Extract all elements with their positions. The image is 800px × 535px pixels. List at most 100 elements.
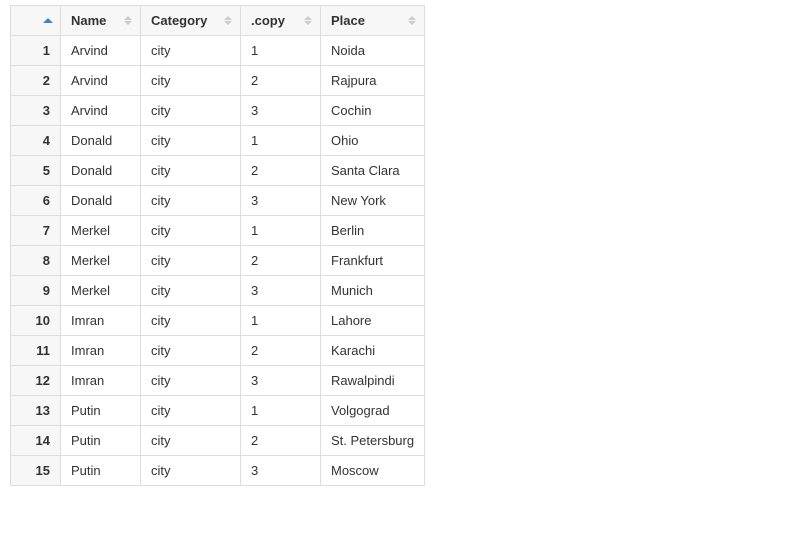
cell-name: Arvind xyxy=(61,36,141,66)
cell-name: Imran xyxy=(61,366,141,396)
cell-copy: 2 xyxy=(241,336,321,366)
column-header-label: Name xyxy=(71,13,106,28)
table-row: 14Putincity2St. Petersburg xyxy=(11,426,425,456)
cell-place: Santa Clara xyxy=(321,156,425,186)
table-row: 11Imrancity2Karachi xyxy=(11,336,425,366)
table-row: 9Merkelcity3Munich xyxy=(11,276,425,306)
column-header-category[interactable]: Category xyxy=(141,6,241,36)
row-index: 13 xyxy=(11,396,61,426)
cell-name: Donald xyxy=(61,126,141,156)
table-body: 1Arvindcity1Noida2Arvindcity2Rajpura3Arv… xyxy=(11,36,425,486)
cell-copy: 3 xyxy=(241,96,321,126)
row-index: 9 xyxy=(11,276,61,306)
cell-copy: 3 xyxy=(241,186,321,216)
cell-place: Lahore xyxy=(321,306,425,336)
cell-category: city xyxy=(141,456,241,486)
cell-name: Arvind xyxy=(61,66,141,96)
sort-icon[interactable] xyxy=(122,14,134,28)
cell-place: St. Petersburg xyxy=(321,426,425,456)
column-header-copy[interactable]: .copy xyxy=(241,6,321,36)
cell-category: city xyxy=(141,396,241,426)
table-row: 6Donaldcity3New York xyxy=(11,186,425,216)
row-index: 12 xyxy=(11,366,61,396)
cell-name: Merkel xyxy=(61,246,141,276)
cell-category: city xyxy=(141,66,241,96)
data-table: Name Category .copy Place xyxy=(10,5,425,486)
column-header-label: Place xyxy=(331,13,365,28)
column-header-place[interactable]: Place xyxy=(321,6,425,36)
cell-category: city xyxy=(141,306,241,336)
row-index: 14 xyxy=(11,426,61,456)
cell-place: Volgograd xyxy=(321,396,425,426)
row-index: 2 xyxy=(11,66,61,96)
cell-copy: 1 xyxy=(241,36,321,66)
cell-copy: 2 xyxy=(241,66,321,96)
cell-copy: 1 xyxy=(241,126,321,156)
cell-name: Donald xyxy=(61,186,141,216)
cell-category: city xyxy=(141,186,241,216)
column-header-name[interactable]: Name xyxy=(61,6,141,36)
sort-icon[interactable] xyxy=(302,14,314,28)
cell-category: city xyxy=(141,246,241,276)
cell-name: Imran xyxy=(61,336,141,366)
cell-category: city xyxy=(141,36,241,66)
sort-asc-icon[interactable] xyxy=(42,14,54,28)
row-index: 1 xyxy=(11,36,61,66)
table-row: 4Donaldcity1Ohio xyxy=(11,126,425,156)
sort-icon[interactable] xyxy=(406,14,418,28)
table-row: 3Arvindcity3Cochin xyxy=(11,96,425,126)
cell-copy: 2 xyxy=(241,156,321,186)
table-row: 10Imrancity1Lahore xyxy=(11,306,425,336)
table-row: 12Imrancity3Rawalpindi xyxy=(11,366,425,396)
column-header-label: Category xyxy=(151,13,207,28)
table-row: 2Arvindcity2Rajpura xyxy=(11,66,425,96)
cell-category: city xyxy=(141,276,241,306)
table-row: 13Putincity1Volgograd xyxy=(11,396,425,426)
column-header-index[interactable] xyxy=(11,6,61,36)
cell-category: city xyxy=(141,126,241,156)
cell-place: Frankfurt xyxy=(321,246,425,276)
sort-icon[interactable] xyxy=(222,14,234,28)
row-index: 7 xyxy=(11,216,61,246)
cell-name: Putin xyxy=(61,396,141,426)
cell-category: city xyxy=(141,156,241,186)
cell-copy: 2 xyxy=(241,426,321,456)
cell-place: New York xyxy=(321,186,425,216)
table-row: 15Putincity3Moscow xyxy=(11,456,425,486)
cell-place: Rawalpindi xyxy=(321,366,425,396)
cell-place: Cochin xyxy=(321,96,425,126)
cell-copy: 3 xyxy=(241,276,321,306)
table-header-row: Name Category .copy Place xyxy=(11,6,425,36)
cell-name: Arvind xyxy=(61,96,141,126)
cell-name: Putin xyxy=(61,426,141,456)
row-index: 4 xyxy=(11,126,61,156)
cell-place: Moscow xyxy=(321,456,425,486)
cell-place: Berlin xyxy=(321,216,425,246)
cell-category: city xyxy=(141,366,241,396)
row-index: 11 xyxy=(11,336,61,366)
table-row: 5Donaldcity2Santa Clara xyxy=(11,156,425,186)
cell-place: Munich xyxy=(321,276,425,306)
row-index: 5 xyxy=(11,156,61,186)
cell-copy: 3 xyxy=(241,366,321,396)
table-row: 8Merkelcity2Frankfurt xyxy=(11,246,425,276)
cell-category: city xyxy=(141,336,241,366)
row-index: 6 xyxy=(11,186,61,216)
cell-name: Imran xyxy=(61,306,141,336)
row-index: 8 xyxy=(11,246,61,276)
cell-place: Ohio xyxy=(321,126,425,156)
cell-category: city xyxy=(141,216,241,246)
cell-copy: 1 xyxy=(241,396,321,426)
cell-name: Merkel xyxy=(61,276,141,306)
cell-category: city xyxy=(141,426,241,456)
cell-copy: 1 xyxy=(241,216,321,246)
cell-name: Merkel xyxy=(61,216,141,246)
cell-place: Noida xyxy=(321,36,425,66)
table-row: 7Merkelcity1Berlin xyxy=(11,216,425,246)
cell-name: Donald xyxy=(61,156,141,186)
cell-name: Putin xyxy=(61,456,141,486)
cell-category: city xyxy=(141,96,241,126)
cell-place: Karachi xyxy=(321,336,425,366)
cell-copy: 1 xyxy=(241,306,321,336)
column-header-label: .copy xyxy=(251,13,285,28)
